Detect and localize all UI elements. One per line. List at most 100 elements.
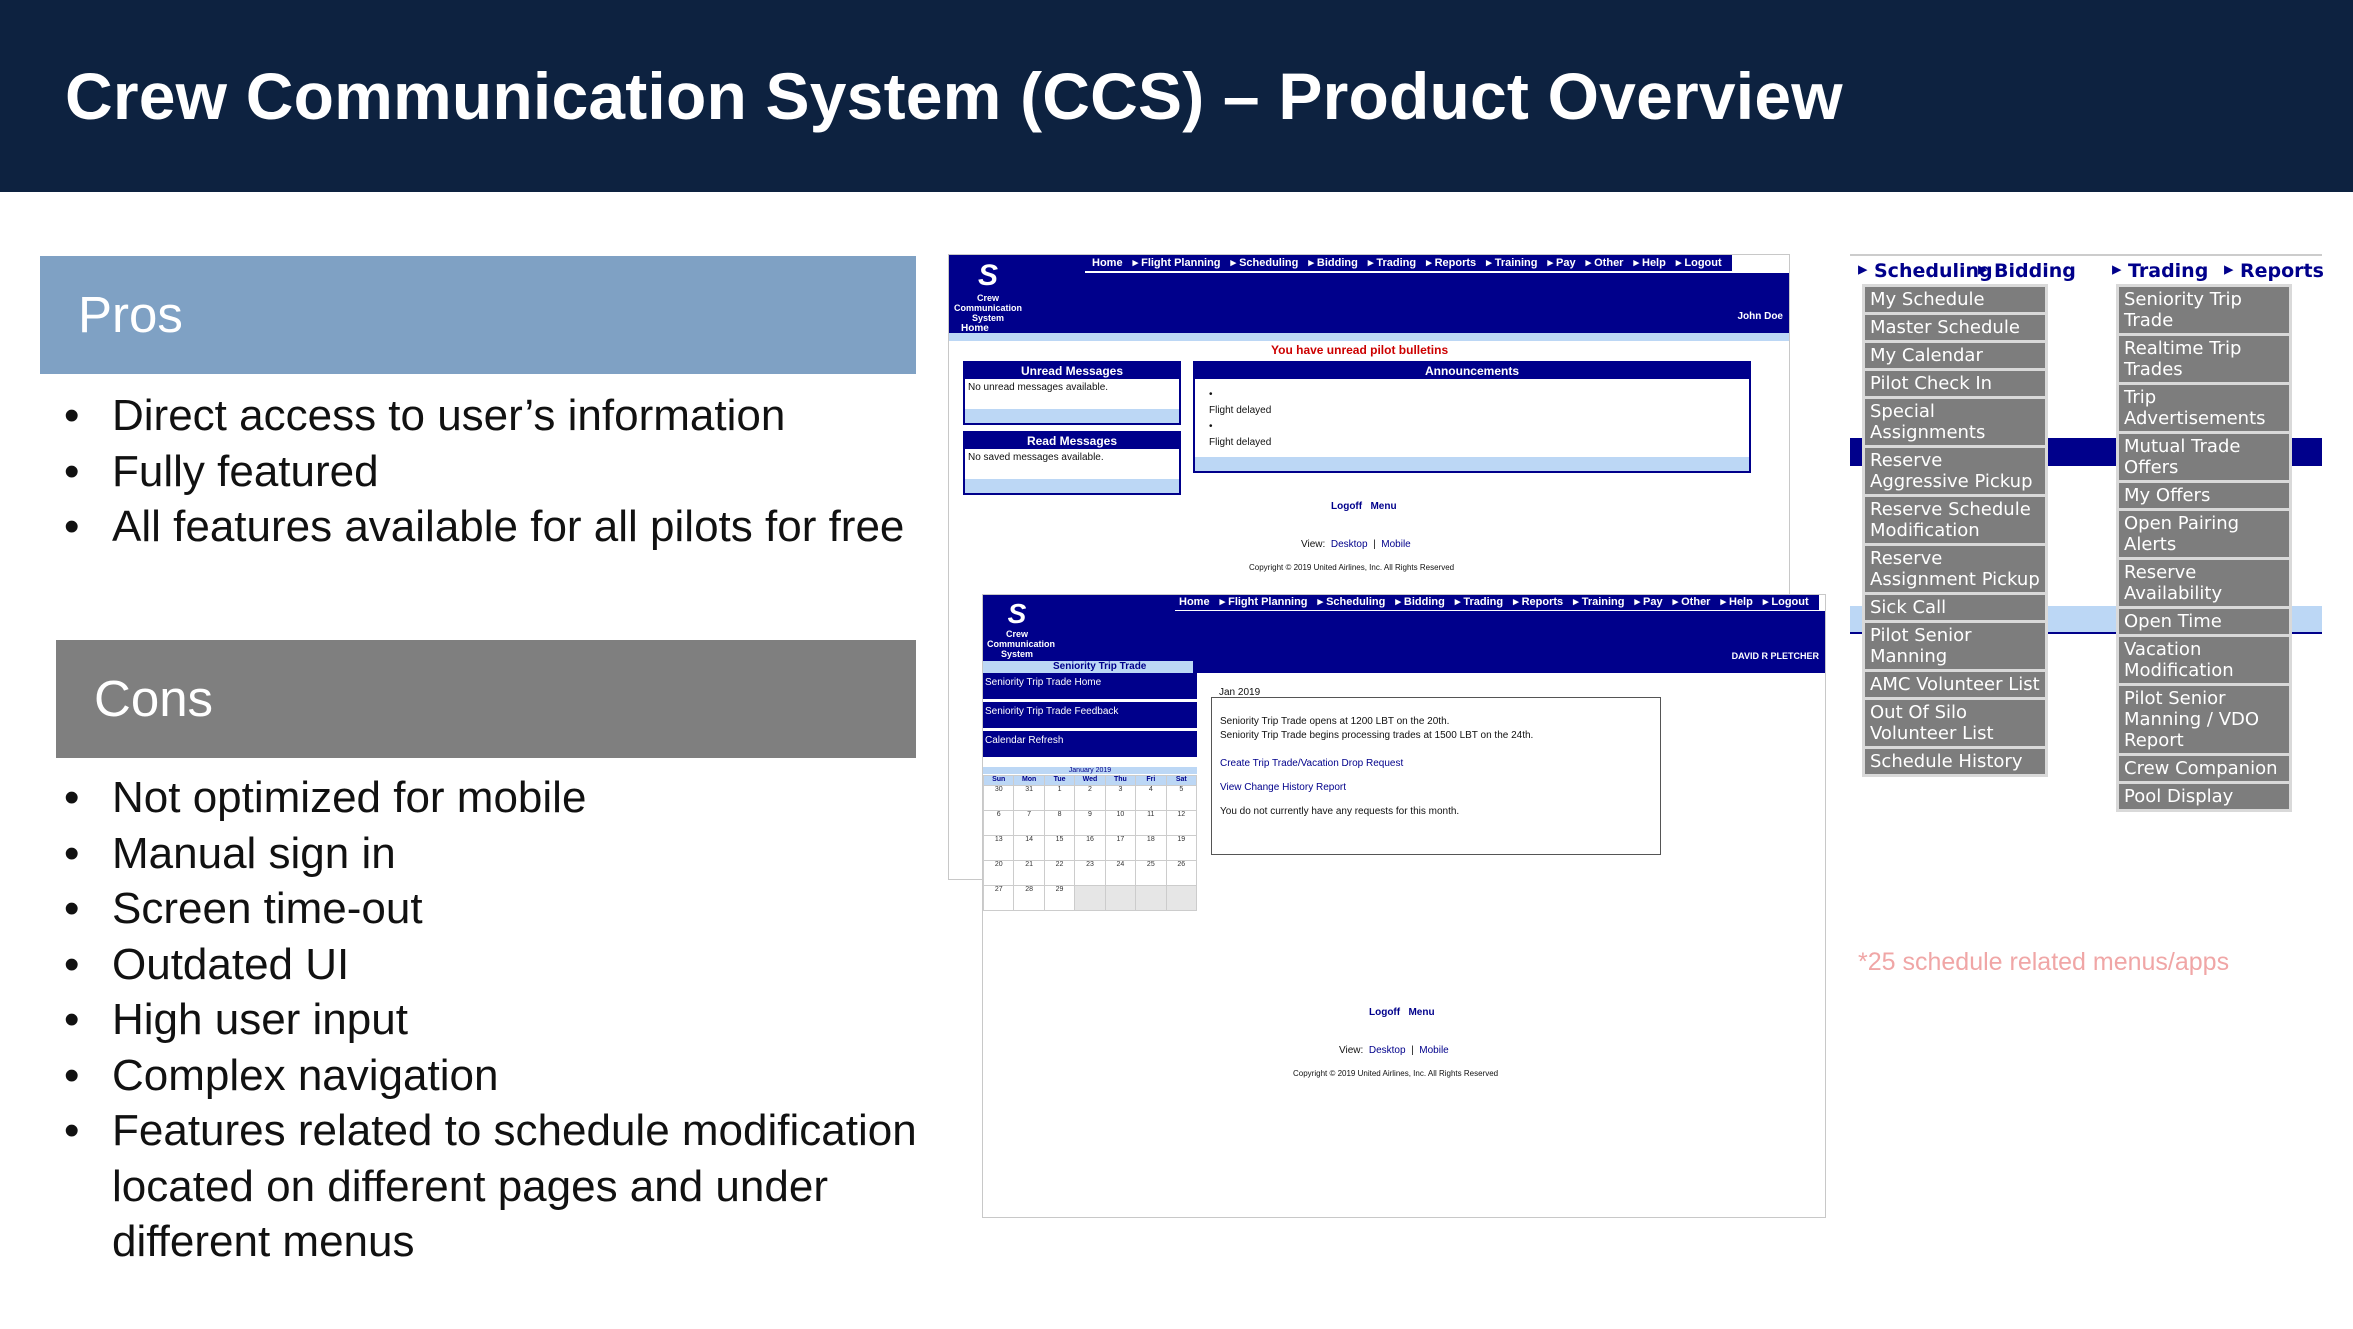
calendar-day[interactable]: 13 <box>983 835 1015 861</box>
nav-item-logout[interactable]: Logout <box>1684 257 1721 269</box>
menu-item[interactable]: Open Time <box>2119 609 2289 637</box>
calendar-day[interactable]: 15 <box>1043 835 1076 861</box>
nav-item-other[interactable]: Other <box>1681 596 1710 608</box>
logoff-link[interactable]: Logoff <box>1369 1007 1400 1018</box>
menu-item[interactable]: Seniority Trip Trade <box>2119 287 2289 336</box>
menu-item[interactable]: Pilot Senior Manning <box>1865 623 2045 672</box>
side-link[interactable]: Calendar Refresh <box>983 731 1197 757</box>
nav-item-help[interactable]: Help <box>1729 596 1753 608</box>
nav-item-trading[interactable]: Trading <box>1376 257 1416 269</box>
menu-item[interactable]: My Schedule <box>1865 287 2045 315</box>
menu-item[interactable]: Crew Companion <box>2119 756 2289 784</box>
menu-item[interactable]: Pilot Senior Manning / VDO Report <box>2119 686 2289 756</box>
menu-item[interactable]: My Calendar <box>1865 343 2045 371</box>
nav-item-bidding[interactable]: Bidding <box>1404 596 1445 608</box>
nav-item-bidding[interactable]: Bidding <box>1317 257 1358 269</box>
calendar-day[interactable]: 12 <box>1165 810 1198 836</box>
nav-item-scheduling[interactable]: Scheduling <box>1239 257 1298 269</box>
menu-item[interactable]: Pilot Check In <box>1865 371 2045 399</box>
nav-item-help[interactable]: Help <box>1642 257 1666 269</box>
calendar-day[interactable]: 22 <box>1043 860 1076 886</box>
nav-item-flight-planning[interactable]: Flight Planning <box>1228 596 1307 608</box>
menu-link[interactable]: Menu <box>1370 501 1396 512</box>
menu-item[interactable]: AMC Volunteer List <box>1865 672 2045 700</box>
calendar-day[interactable]: 24 <box>1104 860 1137 886</box>
create-request-link[interactable]: Create Trip Trade/Vacation Drop Request <box>1220 758 1403 769</box>
calendar-day[interactable]: 10 <box>1104 810 1137 836</box>
menu-header-bidding[interactable]: Bidding <box>1994 260 2076 282</box>
nav-item-pay[interactable]: Pay <box>1556 257 1576 269</box>
calendar-day[interactable]: 11 <box>1135 810 1167 836</box>
calendar-day[interactable]: 26 <box>1165 860 1198 886</box>
calendar-day[interactable] <box>1104 885 1137 911</box>
bulletin-alert[interactable]: You have unread pilot bulletins <box>1271 343 1448 357</box>
calendar-day[interactable]: 31 <box>1013 785 1045 811</box>
calendar-day[interactable]: 29 <box>1043 885 1076 911</box>
calendar-day[interactable]: 3 <box>1104 785 1137 811</box>
menu-item[interactable]: Special Assignments <box>1865 399 2045 448</box>
mobile-link[interactable]: Mobile <box>1419 1045 1448 1056</box>
menu-item[interactable]: Sick Call <box>1865 595 2045 623</box>
menu-item[interactable]: Mutual Trade Offers <box>2119 434 2289 483</box>
nav-item-reports[interactable]: Reports <box>1435 257 1477 269</box>
calendar-day[interactable]: 16 <box>1074 835 1106 861</box>
calendar-day[interactable] <box>1074 885 1106 911</box>
desktop-link[interactable]: Desktop <box>1369 1045 1406 1056</box>
calendar-day[interactable]: 25 <box>1135 860 1167 886</box>
calendar-day[interactable]: 4 <box>1135 785 1167 811</box>
menu-header-reports[interactable]: Reports <box>2240 260 2324 282</box>
calendar-day[interactable]: 6 <box>983 810 1015 836</box>
tab-trip-trade[interactable]: Seniority Trip Trade <box>1053 661 1146 672</box>
nav-item-home[interactable]: Home <box>1092 257 1123 269</box>
nav-item-training[interactable]: Training <box>1495 257 1538 269</box>
menu-item[interactable]: Master Schedule <box>1865 315 2045 343</box>
nav-item-trading[interactable]: Trading <box>1463 596 1503 608</box>
desktop-link[interactable]: Desktop <box>1331 539 1368 550</box>
calendar-day[interactable]: 1 <box>1043 785 1076 811</box>
nav-item-other[interactable]: Other <box>1594 257 1623 269</box>
nav-item-pay[interactable]: Pay <box>1643 596 1663 608</box>
calendar-day[interactable]: 30 <box>983 785 1015 811</box>
menu-item[interactable]: Reserve Aggressive Pickup <box>1865 448 2045 497</box>
calendar-day[interactable]: 14 <box>1013 835 1045 861</box>
calendar-day[interactable] <box>1135 885 1167 911</box>
menu-item[interactable]: Schedule History <box>1865 749 2045 777</box>
side-link[interactable]: Seniority Trip Trade Home <box>983 673 1197 699</box>
menu-item[interactable]: Reserve Schedule Modification <box>1865 497 2045 546</box>
menu-item[interactable]: Open Pairing Alerts <box>2119 511 2289 560</box>
calendar-day[interactable]: 21 <box>1013 860 1045 886</box>
calendar-day[interactable]: 8 <box>1043 810 1076 836</box>
nav-item-home[interactable]: Home <box>1179 596 1210 608</box>
calendar-day[interactable]: 5 <box>1165 785 1198 811</box>
menu-item[interactable]: Trip Advertisements <box>2119 385 2289 434</box>
menu-link[interactable]: Menu <box>1408 1007 1434 1018</box>
menu-header-scheduling[interactable]: Scheduling <box>1874 260 1993 282</box>
calendar-day[interactable] <box>1165 885 1198 911</box>
menu-item[interactable]: Realtime Trip Trades <box>2119 336 2289 385</box>
calendar-day[interactable]: 20 <box>983 860 1015 886</box>
menu-item[interactable]: Pool Display <box>2119 784 2289 812</box>
menu-item[interactable]: Reserve Assignment Pickup <box>1865 546 2045 595</box>
menu-item[interactable]: Out Of Silo Volunteer List <box>1865 700 2045 749</box>
logoff-link[interactable]: Logoff <box>1331 501 1362 512</box>
mobile-link[interactable]: Mobile <box>1381 539 1410 550</box>
side-link[interactable]: Seniority Trip Trade Feedback <box>983 702 1197 728</box>
calendar-day[interactable]: 2 <box>1074 785 1106 811</box>
change-history-link[interactable]: View Change History Report <box>1220 782 1346 793</box>
nav-item-logout[interactable]: Logout <box>1771 596 1808 608</box>
menu-item[interactable]: My Offers <box>2119 483 2289 511</box>
menu-item[interactable]: Vacation Modification <box>2119 637 2289 686</box>
calendar-day[interactable]: 19 <box>1165 835 1198 861</box>
calendar-day[interactable]: 28 <box>1013 885 1045 911</box>
nav-item-training[interactable]: Training <box>1582 596 1625 608</box>
calendar-day[interactable]: 17 <box>1104 835 1137 861</box>
nav-item-flight-planning[interactable]: Flight Planning <box>1141 257 1220 269</box>
menu-header-trading[interactable]: Trading <box>2128 260 2208 282</box>
calendar-day[interactable]: 7 <box>1013 810 1045 836</box>
calendar-day[interactable]: 23 <box>1074 860 1106 886</box>
menu-item[interactable]: Reserve Availability <box>2119 560 2289 609</box>
calendar-day[interactable]: 18 <box>1135 835 1167 861</box>
calendar-day[interactable]: 27 <box>983 885 1015 911</box>
nav-item-reports[interactable]: Reports <box>1522 596 1564 608</box>
calendar-day[interactable]: 9 <box>1074 810 1106 836</box>
